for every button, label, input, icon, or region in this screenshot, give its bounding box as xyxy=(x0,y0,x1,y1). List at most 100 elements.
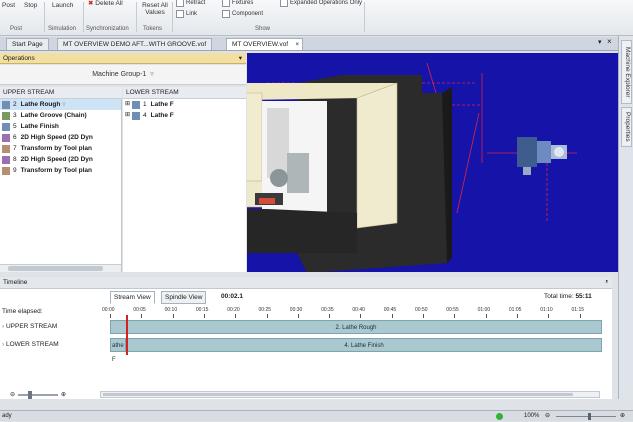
checkbox-icon xyxy=(280,0,288,7)
lane-label-lower: › LOWER STREAM xyxy=(2,341,59,348)
timeline-scrollbar[interactable] xyxy=(100,391,600,398)
playhead[interactable] xyxy=(126,315,128,355)
fixtures-checkbox[interactable]: Fixtures xyxy=(222,0,253,7)
tick-mark xyxy=(548,314,550,318)
divider xyxy=(364,2,365,32)
lane-bar-upper[interactable]: 2. Lathe Rough xyxy=(110,320,602,334)
upper-stream-list: 2 Lathe Rough ▿ 3 Lathe Groove (Chain) 5… xyxy=(0,99,122,272)
tick-mark xyxy=(110,314,111,318)
zoom-slider[interactable] xyxy=(18,390,59,399)
zoom-out-icon[interactable]: ⊖ xyxy=(545,411,550,422)
tick-mark xyxy=(391,314,393,318)
divider xyxy=(172,2,173,32)
divider xyxy=(44,2,45,32)
list-item[interactable]: 3 Lathe Groove (Chain) xyxy=(0,110,121,121)
tab-mt-overview[interactable]: MT OVERVIEW.vof × xyxy=(226,38,304,51)
tab-mt-overview-demo[interactable]: MT OVERVIEW DEMO AFT...WITH GROOVE.vof xyxy=(57,38,213,50)
tick-label: 00:15 xyxy=(195,307,209,313)
tick-label: 00:30 xyxy=(289,307,303,313)
list-item[interactable]: 9 Transform by Tool plan xyxy=(0,165,121,176)
pin-icon[interactable]: ▾ xyxy=(239,53,242,64)
expand-icon[interactable]: ⊞ xyxy=(125,99,130,110)
zoom-level: 100% xyxy=(524,413,540,419)
list-item[interactable]: ⊞ 1 Lathe F xyxy=(123,99,246,110)
lathe-groove-icon xyxy=(2,111,10,120)
tick-label: 00:35 xyxy=(321,307,334,313)
expand-icon[interactable]: ⊞ xyxy=(125,110,130,121)
expanded-operations-only-checkbox[interactable]: Expanded Operations Only xyxy=(280,0,362,7)
checkbox-icon xyxy=(222,0,230,7)
tick-label: 00:10 xyxy=(164,307,178,313)
tick-mark xyxy=(141,314,143,318)
scrollbar-thumb[interactable] xyxy=(8,266,103,271)
component-checkbox[interactable]: Component xyxy=(222,10,263,18)
tab-stream-view[interactable]: Stream View xyxy=(110,291,155,304)
lower-stream-header: LOWER STREAM xyxy=(123,87,246,99)
zoom-slider-thumb[interactable] xyxy=(28,390,33,399)
delete-all-button[interactable]: ✖ Delete All xyxy=(88,0,123,7)
list-item[interactable]: 6 2D High Speed (2D Dyn xyxy=(0,132,121,143)
close-icon[interactable]: × xyxy=(607,37,612,46)
tab-list-chevron-icon[interactable]: ▾ xyxy=(598,38,602,46)
list-item[interactable]: 2 Lathe Rough ▿ xyxy=(0,99,121,110)
2d-high-speed-icon xyxy=(2,155,10,164)
tab-machine-explorer[interactable]: Machine Explorer xyxy=(621,40,632,104)
tab-spindle-view[interactable]: Spindle View xyxy=(161,291,207,304)
machine-viewport[interactable]: ST xyxy=(247,53,618,272)
lathe-finish-icon xyxy=(2,122,10,131)
status-bar: ady 100% ⊖ ⊕ xyxy=(0,410,633,421)
tick-label: 00:50 xyxy=(415,307,428,313)
zoom-slider-thumb[interactable] xyxy=(588,413,591,420)
divider xyxy=(136,2,137,32)
tick-mark xyxy=(360,314,362,318)
reset-all-values-button[interactable]: Reset All Values xyxy=(140,2,170,16)
link-checkbox[interactable]: Link xyxy=(176,10,197,18)
tick-mark xyxy=(423,314,424,318)
list-item[interactable]: 5 Lathe Finish xyxy=(0,121,121,132)
pin-icon[interactable]: ᵜ xyxy=(605,277,608,289)
machine-group-selector[interactable]: Machine Group-1 ▿ xyxy=(0,65,246,85)
list-item[interactable]: 8 2D High Speed (2D Dyn xyxy=(0,154,121,165)
post-button[interactable]: Post xyxy=(2,2,15,9)
tick-mark xyxy=(329,314,331,318)
tick-mark xyxy=(454,314,456,318)
zoom-in-icon[interactable]: ⊕ xyxy=(61,391,66,398)
tab-properties[interactable]: Properties xyxy=(621,107,632,147)
tick-label: 00:55 xyxy=(446,307,459,313)
chevron-right-icon[interactable]: › xyxy=(2,341,4,348)
tick-mark xyxy=(516,314,518,318)
tick-label: 00:05 xyxy=(133,307,146,313)
close-icon[interactable]: × xyxy=(295,39,299,51)
tick-label: 00:00 xyxy=(102,307,115,313)
horizontal-scrollbar[interactable] xyxy=(0,264,121,272)
retract-checkbox[interactable]: Retract xyxy=(176,0,205,7)
tick-mark xyxy=(235,314,237,318)
status-ok-icon xyxy=(496,413,503,420)
delete-icon: ✖ xyxy=(88,0,94,7)
stop-button[interactable]: Stop xyxy=(24,2,37,9)
list-item[interactable]: 7 Transform by Tool plan xyxy=(0,143,121,154)
list-item[interactable]: ⊞ 4 Lathe F xyxy=(123,110,246,121)
zoom-slider[interactable] xyxy=(556,413,616,420)
zoom-in-icon[interactable]: ⊕ xyxy=(620,411,625,422)
transform-icon xyxy=(2,144,10,153)
lane-label-upper: › UPPER STREAM xyxy=(2,323,58,330)
lane-bar-lower[interactable]: 4. Lathe Finish xyxy=(126,338,602,352)
tick-mark xyxy=(297,314,299,318)
zoom-out-icon[interactable]: ⊖ xyxy=(10,391,15,398)
tick-label: 00:45 xyxy=(383,307,397,313)
lower-stream-list: ⊞ 1 Lathe F ⊞ 4 Lathe F xyxy=(123,99,246,272)
tab-start-page[interactable]: Start Page xyxy=(6,38,49,50)
scrollbar-thumb[interactable] xyxy=(103,393,573,396)
chevron-right-icon[interactable]: › xyxy=(2,323,4,330)
2d-high-speed-icon xyxy=(2,133,10,142)
viewport-graphics: ST xyxy=(247,62,577,272)
launch-button[interactable]: Launch xyxy=(52,2,73,9)
lathe-finish-icon xyxy=(132,111,141,120)
tick-mark xyxy=(203,314,205,318)
status-text: ady xyxy=(2,413,12,419)
lathe-machine-model: ST xyxy=(247,75,452,272)
lane-bar-lower-first[interactable]: athe F xyxy=(110,338,126,363)
operations-panel-title: Operations ▾ xyxy=(0,53,246,64)
document-tab-bar: Start Page MT OVERVIEW DEMO AFT...WITH G… xyxy=(0,37,618,51)
